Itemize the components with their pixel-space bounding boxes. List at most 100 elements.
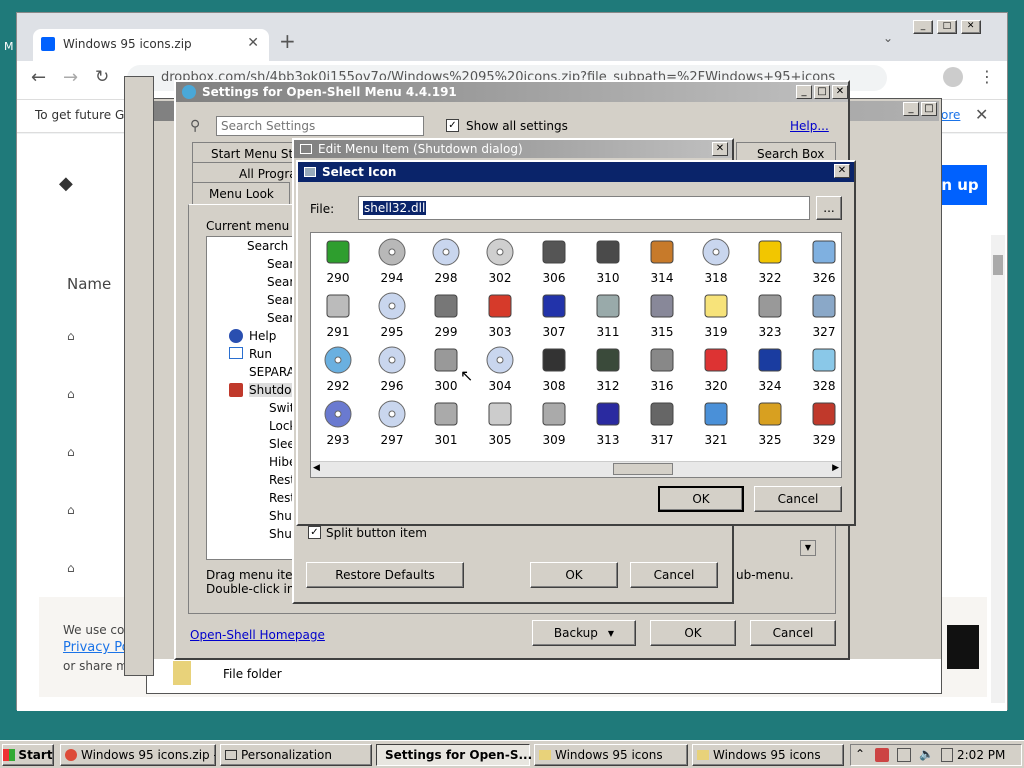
horizontal-scrollbar[interactable]: ◀ ▶	[311, 461, 841, 477]
edit-ok-button[interactable]: OK	[530, 562, 618, 588]
icon-option-302[interactable]: 302	[473, 235, 527, 289]
settings-minimize-button[interactable]: _	[796, 85, 812, 99]
icon-option-322[interactable]: 322	[743, 235, 797, 289]
edit-close-button[interactable]: ✕	[712, 142, 728, 156]
browse-button[interactable]: ...	[816, 196, 842, 220]
icon-option-290[interactable]: 290	[311, 235, 365, 289]
taskbar-item-folder-2[interactable]: Windows 95 icons	[692, 744, 844, 766]
icon-option-328[interactable]: 328	[797, 343, 841, 397]
tab-all-programs[interactable]: All Progra	[192, 162, 300, 184]
scrollbar[interactable]	[991, 235, 1005, 703]
icon-option-292[interactable]: 292	[311, 343, 365, 397]
icon-option-325[interactable]: 325	[743, 397, 797, 451]
dropdown-arrow-button[interactable]: ▼	[800, 540, 816, 556]
backup-button[interactable]: Backup ▼	[532, 620, 636, 646]
info-close-icon[interactable]: ✕	[975, 105, 988, 124]
tab-list-icon[interactable]: ⌄	[883, 31, 893, 45]
forward-icon[interactable]: →	[63, 67, 78, 88]
icon-option-299[interactable]: 299	[419, 289, 473, 343]
reload-icon[interactable]: ↻	[95, 67, 109, 87]
show-all-checkbox[interactable]: ✓	[446, 119, 459, 132]
icon-option-291[interactable]: 291	[311, 289, 365, 343]
icon-option-307[interactable]: 307	[527, 289, 581, 343]
icon-option-329[interactable]: 329	[797, 397, 841, 451]
icon-option-303[interactable]: 303	[473, 289, 527, 343]
menu-icon[interactable]: ⋮	[979, 67, 995, 86]
tree-item[interactable]: Slee	[269, 437, 295, 451]
icon-option-305[interactable]: 305	[473, 397, 527, 451]
settings-close-button[interactable]: ✕	[832, 85, 848, 99]
tray-expand-icon[interactable]: ⌃	[855, 747, 865, 761]
icon-option-309[interactable]: 309	[527, 397, 581, 451]
icon-option-316[interactable]: 316	[635, 343, 689, 397]
cookie-accept-button[interactable]	[947, 625, 979, 669]
icon-option-313[interactable]: 313	[581, 397, 635, 451]
select-icon-cancel-button[interactable]: Cancel	[754, 486, 842, 512]
icon-option-301[interactable]: 301	[419, 397, 473, 451]
icon-option-310[interactable]: 310	[581, 235, 635, 289]
icon-option-294[interactable]: 294	[365, 235, 419, 289]
menu-tree[interactable]: Search m Sear Sear Sear Sear Help Run SE…	[206, 236, 296, 560]
icon-option-297[interactable]: 297	[365, 397, 419, 451]
settings-ok-button[interactable]: OK	[650, 620, 736, 646]
taskbar-item-personalization[interactable]: Personalization	[220, 744, 372, 766]
help-link[interactable]: Help...	[790, 119, 829, 133]
icon-grid[interactable]: 290 294 298 302 306 310 314 318 322 326 291 295 299 3…	[310, 232, 842, 478]
scroll-left-icon[interactable]: ◀	[313, 463, 320, 473]
tray-security-icon[interactable]	[875, 748, 889, 762]
scroll-right-icon[interactable]: ▶	[832, 463, 839, 473]
tab-menu-look[interactable]: Menu Look	[192, 182, 290, 204]
settings-cancel-button[interactable]: Cancel	[750, 620, 836, 646]
settings-maximize-button[interactable]: □	[814, 85, 830, 99]
profile-icon[interactable]	[943, 67, 963, 87]
icon-option-319[interactable]: 319	[689, 289, 743, 343]
tree-item[interactable]: Sear	[267, 275, 294, 289]
icon-option-296[interactable]: 296	[365, 343, 419, 397]
close-window-icon[interactable]: ✕	[960, 20, 981, 34]
scroll-thumb[interactable]	[613, 463, 673, 475]
file-input[interactable]: shell32.dll	[358, 196, 810, 220]
back-icon[interactable]: ←	[31, 67, 46, 88]
icon-option-311[interactable]: 311	[581, 289, 635, 343]
minimize-icon[interactable]: _	[913, 20, 933, 34]
icon-option-320[interactable]: 320	[689, 343, 743, 397]
icon-option-315[interactable]: 315	[635, 289, 689, 343]
icon-option-314[interactable]: 314	[635, 235, 689, 289]
start-button[interactable]: Start	[2, 744, 54, 766]
select-icon-close-button[interactable]: ✕	[834, 164, 850, 178]
icon-option-308[interactable]: 308	[527, 343, 581, 397]
tray-ime-icon[interactable]	[941, 748, 953, 762]
tree-item[interactable]: Help	[249, 329, 276, 343]
close-tab-icon[interactable]: ✕	[247, 35, 259, 51]
tree-item[interactable]: Swit	[269, 401, 294, 415]
icon-option-323[interactable]: 323	[743, 289, 797, 343]
edit-cancel-button[interactable]: Cancel	[630, 562, 718, 588]
select-icon-ok-button[interactable]: OK	[658, 486, 744, 512]
taskbar-item-chrome[interactable]: Windows 95 icons.zip - ...	[60, 744, 216, 766]
taskbar-item-folder-1[interactable]: Windows 95 icons	[534, 744, 688, 766]
icon-option-317[interactable]: 317	[635, 397, 689, 451]
tree-item[interactable]: Search m	[247, 239, 295, 253]
homepage-link[interactable]: Open-Shell Homepage	[190, 628, 325, 642]
split-checkbox[interactable]: ✓	[308, 526, 321, 539]
tray-volume-icon[interactable]: 🔈	[919, 747, 934, 761]
icon-option-295[interactable]: 295	[365, 289, 419, 343]
tree-item[interactable]: Sear	[267, 311, 294, 325]
icon-option-326[interactable]: 326	[797, 235, 841, 289]
icon-option-318[interactable]: 318	[689, 235, 743, 289]
icon-option-312[interactable]: 312	[581, 343, 635, 397]
tree-item[interactable]: Sear	[267, 257, 294, 271]
privacy-link[interactable]: Privacy Po	[63, 640, 130, 655]
icon-option-306[interactable]: 306	[527, 235, 581, 289]
restore-defaults-button[interactable]: Restore Defaults	[306, 562, 464, 588]
icon-option-327[interactable]: 327	[797, 289, 841, 343]
chrome-tab[interactable]: Windows 95 icons.zip ✕	[33, 29, 269, 61]
tree-item[interactable]: Sear	[267, 293, 294, 307]
info-more-link[interactable]: ore	[941, 108, 960, 122]
icon-option-324[interactable]: 324	[743, 343, 797, 397]
maximize-icon[interactable]: □	[936, 20, 957, 34]
tree-item-selected[interactable]: Shutdov	[249, 383, 295, 397]
taskbar-item-settings[interactable]: Settings for Open-S...	[376, 744, 532, 766]
icon-option-321[interactable]: 321	[689, 397, 743, 451]
search-input[interactable]	[216, 116, 424, 136]
